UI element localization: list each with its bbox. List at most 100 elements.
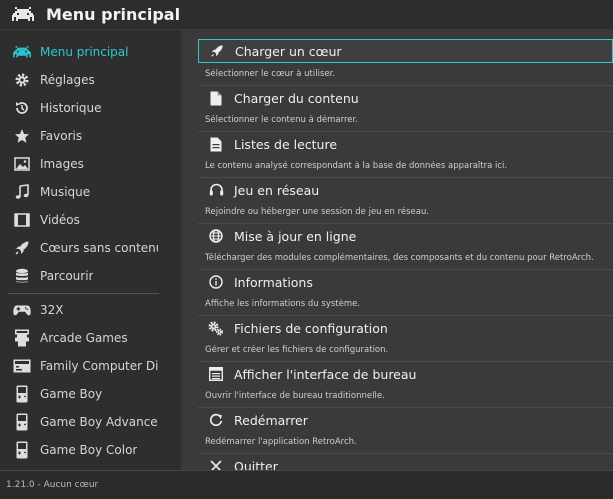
file-icon [208,90,224,106]
sidebar-item-label: Réglages [40,73,95,87]
sidebar-item-label: Favoris [40,129,83,143]
entry-load-core[interactable]: Charger un cœur [198,39,613,63]
sidebar-item-label: Parcourir [40,269,94,283]
entry-description: Ouvrir l'interface de bureau traditionne… [205,391,385,401]
sidebar-item-music[interactable]: Musique [0,179,181,205]
gameboy-advance-icon [13,413,31,431]
entry-restart[interactable]: Redémarrer [198,409,613,431]
gameboy-color-icon [13,441,31,459]
rocket-icon [209,43,225,59]
restart-icon [208,412,224,428]
sidebar-item-contentless-cores[interactable]: Cœurs sans contenu [0,235,181,261]
sidebar-item-main-menu[interactable]: Menu principal [0,39,181,65]
rocket-icon [13,239,31,257]
divider [198,269,613,270]
sidebar-item-label: Cœurs sans contenu [40,241,158,255]
retroarch-invader-icon [12,6,34,21]
sidebar-item-browse[interactable]: Parcourir [0,263,181,289]
database-icon [13,267,31,285]
entry-information[interactable]: Informations [198,271,613,293]
entry-description: Affiche les informations du système. [205,299,361,309]
entry-label: Fichiers de configuration [234,320,388,336]
entry-show-desktop-menu[interactable]: Afficher l'interface de bureau [198,363,613,385]
playlist-icon [208,136,224,152]
entry-label: Afficher l'interface de bureau [234,366,417,382]
sidebar-item-label: Game Boy Color [40,443,138,457]
entry-description: Télécharger des modules complémentaires,… [205,253,594,263]
entry-label: Jeu en réseau [234,182,320,198]
sidebar-item-family-computer-disk[interactable]: Family Computer Di... [0,353,181,379]
disk-system-icon [13,357,31,375]
sidebar-divider [8,293,159,294]
sidebar-item-label: Arcade Games [40,331,128,345]
divider [198,361,613,362]
sidebar-item-settings[interactable]: Réglages [0,67,181,93]
sidebar-item-game-boy-advance[interactable]: Game Boy Advance [0,409,181,435]
sidebar: Menu principal Réglages Historique Favor… [0,30,181,470]
entry-quit[interactable]: Quitter [198,455,613,470]
entry-netplay[interactable]: Jeu en réseau [198,179,613,201]
star-icon [13,127,31,145]
sidebar-item-images[interactable]: Images [0,151,181,177]
gamepad-icon [13,301,31,319]
sidebar-item-favorites[interactable]: Favoris [0,123,181,149]
entry-configuration-files[interactable]: Fichiers de configuration [198,317,613,339]
arcade-icon [13,329,31,347]
entry-label: Mise à jour en ligne [234,228,357,244]
gameboy-icon [13,385,31,403]
sidebar-item-label: 32X [40,303,64,317]
desktop-icon [208,366,224,382]
music-icon [13,183,31,201]
divider [198,177,613,178]
entry-description: Sélectionner le cœur à utiliser. [205,69,336,79]
gears-icon [208,320,224,336]
entry-description: Rejoindre ou héberger une session de jeu… [205,207,430,217]
history-icon [13,99,31,117]
entry-description: Le contenu analysé correspondant à la ba… [205,161,508,171]
entry-label: Listes de lecture [234,136,338,152]
sidebar-item-videos[interactable]: Vidéos [0,207,181,233]
status-bar: 1.21.0 - Aucun cœur [0,470,613,499]
version-status: 1.21.0 - Aucun cœur [6,480,99,490]
sidebar-item-label: Menu principal [40,45,129,59]
entry-description: Redémarrer l'application RetroArch. [205,437,357,447]
entry-description: Sélectionner le contenu à démarrer. [205,115,358,125]
divider [198,407,613,408]
sidebar-item-label: Images [40,157,84,171]
gear-icon [13,71,31,89]
divider [198,315,613,316]
sidebar-item-label: Family Computer Di... [40,359,158,373]
info-icon [208,274,224,290]
entry-label: Informations [234,274,313,290]
invader-icon [13,43,31,61]
globe-icon [208,228,224,244]
title-bar: Menu principal [0,0,613,30]
entry-online-updater[interactable]: Mise à jour en ligne [198,225,613,247]
sidebar-item-label: Vidéos [40,213,80,227]
page-title: Menu principal [46,5,181,24]
headset-icon [208,182,224,198]
divider [198,131,613,132]
entry-label: Redémarrer [234,412,308,428]
sidebar-item-game-boy-color[interactable]: Game Boy Color [0,437,181,463]
sidebar-item-history[interactable]: Historique [0,95,181,121]
sidebar-item-label: Musique [40,185,91,199]
divider [198,223,613,224]
video-icon [13,211,31,229]
sidebar-item-arcade-games[interactable]: Arcade Games [0,325,181,351]
sidebar-item-game-boy[interactable]: Game Boy [0,381,181,407]
entry-load-content[interactable]: Charger du contenu [198,87,613,109]
image-icon [13,155,31,173]
sidebar-item-label: Game Boy [40,387,103,401]
entry-label: Quitter [234,458,278,471]
sidebar-item-label: Historique [40,101,102,115]
divider [198,85,613,86]
close-icon [208,458,224,470]
entry-label: Charger du contenu [234,90,359,106]
entry-label: Charger un cœur [235,43,342,59]
entry-playlists[interactable]: Listes de lecture [198,133,613,155]
entry-description: Gérer et créer les fichiers de configura… [205,345,389,355]
main-menu-list: Charger un cœur Sélectionner le cœur à u… [181,30,613,470]
sidebar-item-32x[interactable]: 32X [0,297,181,323]
divider [198,453,613,454]
